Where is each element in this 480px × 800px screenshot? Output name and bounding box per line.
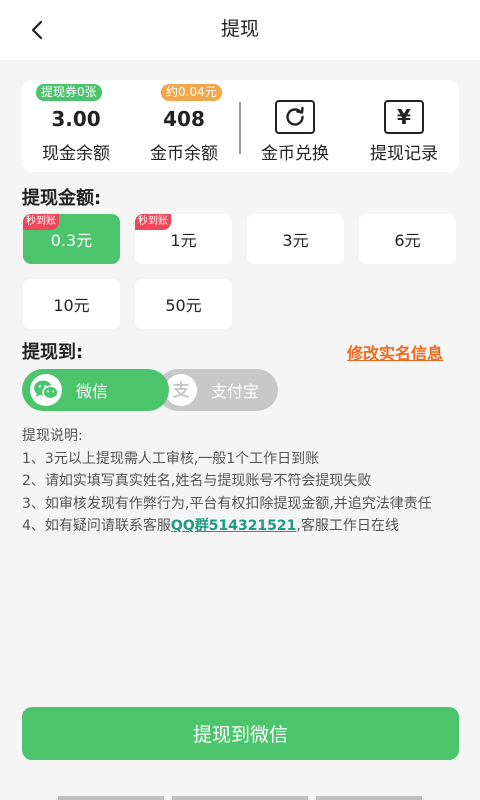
withdraw-records-button[interactable]: ¥ 提现记录 — [358, 80, 450, 172]
bottom-edge-bar — [316, 796, 422, 800]
bottom-edge-bar — [58, 796, 164, 800]
alipay-label: 支付宝 — [211, 382, 260, 401]
coin-balance-value: 408 — [163, 107, 205, 131]
instruction-text: 4、如有疑问请联系客服 — [22, 518, 171, 534]
coin-value-badge: 约0.04元 — [161, 84, 222, 101]
alipay-icon: 支 — [165, 374, 197, 406]
amount-label: 1元 — [170, 231, 197, 250]
instant-tag: 秒到账 — [23, 214, 59, 230]
coin-exchange-label: 金币兑换 — [261, 144, 329, 164]
coin-exchange-button[interactable]: 金币兑换 — [249, 80, 341, 172]
withdraw-records-label: 提现记录 — [370, 144, 438, 164]
amount-option-50[interactable]: 50元 — [135, 279, 232, 329]
svg-text:支: 支 — [173, 380, 191, 401]
refresh-icon — [275, 100, 315, 134]
withdraw-submit-button[interactable]: 提现到微信 — [22, 707, 459, 760]
balance-card: 提现券0张 3.00 现金余额 约0.04元 408 金币余额 金币兑换 ¥ 提… — [22, 80, 459, 172]
wechat-label: 微信 — [76, 382, 109, 401]
amount-section-title: 提现金额: — [22, 188, 102, 209]
wechat-icon — [30, 374, 62, 406]
withdraw-instructions: 提现说明: 1、3元以上提现需人工审核,一般1个工作日到账 2、请如实填写真实姓… — [22, 425, 462, 538]
amount-label: 3元 — [282, 231, 309, 250]
amount-option-3[interactable]: 3元 — [247, 214, 344, 264]
amount-option-6[interactable]: 6元 — [359, 214, 456, 264]
instruction-item: 2、请如实填写真实姓名,姓名与提现账号不符会提现失败 — [22, 473, 372, 489]
instruction-item: 4、如有疑问请联系客服QQ群514321521,客服工作日在线 — [22, 515, 462, 538]
instruction-item: 3、如审核发现有作弊行为,平台有权扣除提现金额,并追究法律责任 — [22, 495, 432, 512]
amount-option-1[interactable]: 秒到账 1元 — [135, 214, 232, 264]
instruction-text: ,客服工作日在线 — [296, 518, 399, 534]
edit-real-name-link[interactable]: 修改实名信息 — [347, 340, 443, 364]
amount-label: 6元 — [394, 231, 421, 250]
coupon-badge: 提现券0张 — [36, 84, 102, 101]
amount-label: 50元 — [165, 296, 202, 315]
amount-option-0-3[interactable]: 秒到账 0.3元 — [23, 214, 120, 264]
page-title: 提现 — [220, 18, 259, 40]
bottom-edge-bar — [172, 796, 308, 800]
instruction-item: 1、3元以上提现需人工审核,一般1个工作日到账 — [22, 450, 320, 467]
cash-balance-value: 3.00 — [51, 107, 101, 131]
qq-group-link[interactable]: QQ群514321521 — [171, 518, 296, 534]
cash-balance: 提现券0张 3.00 现金余额 — [22, 80, 130, 172]
wechat-option[interactable]: 微信 — [22, 369, 169, 411]
amount-option-10[interactable]: 10元 — [23, 279, 120, 329]
cash-balance-label: 现金余额 — [42, 144, 110, 164]
instructions-heading: 提现说明: — [22, 428, 83, 444]
stats-divider — [239, 102, 241, 154]
top-bar: 提现 — [0, 0, 480, 60]
amount-label: 0.3元 — [50, 231, 93, 250]
alipay-option[interactable]: 支 支付宝 — [157, 369, 278, 411]
coin-balance-label: 金币余额 — [150, 144, 218, 164]
instant-tag: 秒到账 — [135, 214, 171, 230]
coin-balance: 约0.04元 408 金币余额 — [130, 80, 238, 172]
amount-label: 10元 — [53, 296, 90, 315]
yen-icon: ¥ — [384, 100, 424, 134]
withdraw-to-title: 提现到: — [22, 342, 84, 363]
